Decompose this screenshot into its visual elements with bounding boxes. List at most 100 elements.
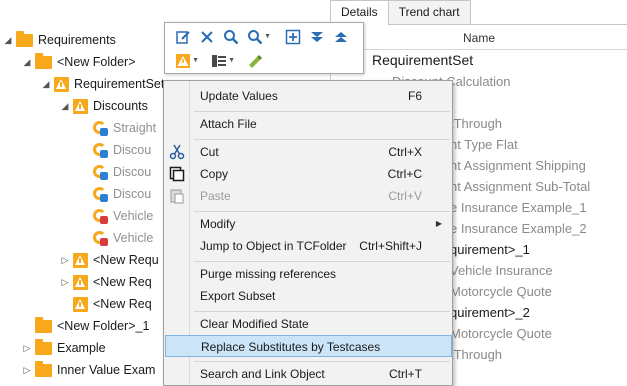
menu-separator — [194, 139, 450, 140]
tree-node-label: Requirements — [38, 33, 116, 47]
paste-icon — [169, 188, 185, 204]
testcase-blue-icon — [92, 186, 108, 202]
tree-node-label: Discou — [113, 187, 152, 201]
tree-node[interactable]: ▷ <New Req — [62, 271, 152, 293]
menu-item-label: Purge missing references — [200, 267, 337, 281]
tree-node-label: <New Folder>_1 — [57, 319, 150, 333]
menu-item-replace-substitutes-by-testcases[interactable]: Replace Substitutes by Testcases — [165, 335, 452, 357]
tree-node-label: Discounts — [93, 99, 148, 113]
tab-trend-chart[interactable]: Trend chart — [387, 0, 471, 24]
menu-item-attach-file[interactable]: Attach File — [165, 113, 452, 135]
tree-node-label: Discou — [113, 165, 152, 179]
warning-icon — [73, 252, 88, 268]
tree-node-label: Discou — [113, 143, 152, 157]
tab-bar: Details Trend chart — [330, 0, 471, 25]
menu-item-shortcut: F6 — [407, 89, 422, 103]
menu-item-label: Clear Modified State — [200, 317, 309, 331]
expand-arrow-icon[interactable]: ▷ — [22, 365, 32, 375]
tree-node[interactable]: Discou — [92, 161, 151, 183]
expand-all-icon[interactable] — [307, 27, 327, 47]
menu-separator — [194, 311, 450, 312]
menu-item-label: Paste — [200, 189, 231, 203]
menu-item-search-and-link-object[interactable]: Search and Link Object Ctrl+T — [165, 363, 452, 385]
tree-node[interactable]: ◢ RequirementSet — [43, 73, 165, 95]
context-menu: Update Values F6 Attach File Cut Ctrl+X Copy C… — [163, 80, 453, 386]
menu-item-label: Modify — [200, 217, 236, 231]
menu-separator — [194, 211, 450, 212]
menu-item-label: Replace Substitutes by Testcases — [201, 340, 381, 354]
menu-item-label: Cut — [200, 145, 219, 159]
folder-icon — [16, 30, 33, 47]
tree-node[interactable]: ▷ Inner Value Exam — [24, 359, 156, 381]
testcase-blue-icon — [92, 164, 108, 180]
folder-icon — [35, 316, 52, 333]
menu-item-label: Jump to Object in TCFolder — [200, 239, 347, 253]
tree-node-label: Straight — [113, 121, 157, 135]
mini-toolbar: ▼ ▼ ▼ — [164, 22, 364, 74]
menu-item-label: Copy — [200, 167, 229, 181]
tree-node-label: Vehicle — [113, 209, 154, 223]
menu-item-modify[interactable]: Modify ▶ — [165, 213, 452, 235]
tree-node[interactable]: Discou — [92, 183, 151, 205]
menu-separator — [194, 261, 450, 262]
tree-node-label: <New Req — [93, 297, 152, 311]
warning-icon — [73, 274, 88, 290]
search-dropdown-icon[interactable]: ▼ — [245, 27, 271, 47]
tree-node[interactable]: ◢ Discounts — [62, 95, 148, 117]
menu-item-copy[interactable]: Copy Ctrl+C — [165, 163, 452, 185]
column-header-name[interactable]: Name — [463, 31, 495, 45]
menu-separator — [194, 111, 450, 112]
detail-row[interactable]: RequirementSet — [330, 50, 627, 71]
testcase-blue-icon — [92, 142, 108, 158]
scissors-icon — [169, 144, 185, 160]
tree-node[interactable]: Vehicle — [92, 205, 153, 227]
menu-item-label: Attach File — [200, 117, 257, 131]
tree-node-label: Inner Value Exam — [57, 363, 156, 377]
tree-node[interactable]: Straight — [92, 117, 156, 139]
expand-arrow-icon[interactable]: ▷ — [60, 255, 70, 265]
tree-node[interactable]: Vehicle — [92, 227, 153, 249]
search-icon[interactable] — [221, 27, 241, 47]
menu-item-export-subset[interactable]: Export Subset — [165, 285, 452, 307]
tree-node[interactable]: ◢ <New Folder> — [24, 51, 136, 73]
testcase-red-icon — [92, 230, 108, 246]
menu-item-shortcut: Ctrl+Shift+J — [359, 239, 422, 253]
expand-arrow-icon[interactable]: ▷ — [22, 343, 32, 353]
menu-item-update-values[interactable]: Update Values F6 — [165, 85, 452, 107]
collapse-arrow-icon[interactable]: ◢ — [22, 57, 32, 67]
tree-node[interactable]: <New Req — [73, 293, 152, 315]
menu-item-clear-modified-state[interactable]: Clear Modified State — [165, 313, 452, 335]
expand-arrow-icon[interactable]: ▷ — [60, 277, 70, 287]
menu-item-label: Search and Link Object — [200, 367, 325, 381]
menu-item-jump-to-object-in-tcfolder[interactable]: Jump to Object in TCFolder Ctrl+Shift+J — [165, 235, 452, 257]
tree-node[interactable]: ▷ <New Requ — [62, 249, 159, 271]
submenu-arrow-icon: ▶ — [435, 219, 442, 228]
tree-node[interactable]: ◢ Requirements — [5, 29, 116, 51]
folder-icon — [35, 338, 52, 355]
tree-node[interactable]: Discou — [92, 139, 151, 161]
tree-node-label: RequirementSet — [74, 77, 165, 91]
collapse-all-icon[interactable] — [331, 27, 351, 47]
close-icon[interactable] — [197, 27, 217, 47]
tree-node[interactable]: ▷ Example — [24, 337, 106, 359]
tree-node[interactable]: <New Folder>_1 — [35, 315, 149, 337]
collapse-arrow-icon[interactable]: ◢ — [3, 35, 13, 45]
menu-item-purge-missing-references[interactable]: Purge missing references — [165, 263, 452, 285]
testcase-red-icon — [92, 208, 108, 224]
menu-item-label: Update Values — [200, 89, 278, 103]
menu-item-cut[interactable]: Cut Ctrl+X — [165, 141, 452, 163]
copy-icon — [169, 166, 185, 182]
warning-dropdown-icon[interactable]: ▼ — [173, 51, 199, 71]
testcase-blue-icon — [92, 120, 108, 136]
collapse-arrow-icon[interactable]: ◢ — [60, 101, 70, 111]
highlight-icon[interactable] — [245, 51, 265, 71]
collapse-arrow-icon[interactable]: ◢ — [41, 79, 51, 89]
list-dropdown-icon[interactable]: ▼ — [209, 51, 235, 71]
menu-item-shortcut: Ctrl+X — [388, 145, 422, 159]
add-icon[interactable] — [283, 27, 303, 47]
folder-icon — [35, 52, 52, 69]
tree-node-label: Example — [57, 341, 106, 355]
edit-icon[interactable] — [173, 27, 193, 47]
menu-item-shortcut: Ctrl+V — [388, 189, 422, 203]
menu-item-paste[interactable]: Paste Ctrl+V — [165, 185, 452, 207]
